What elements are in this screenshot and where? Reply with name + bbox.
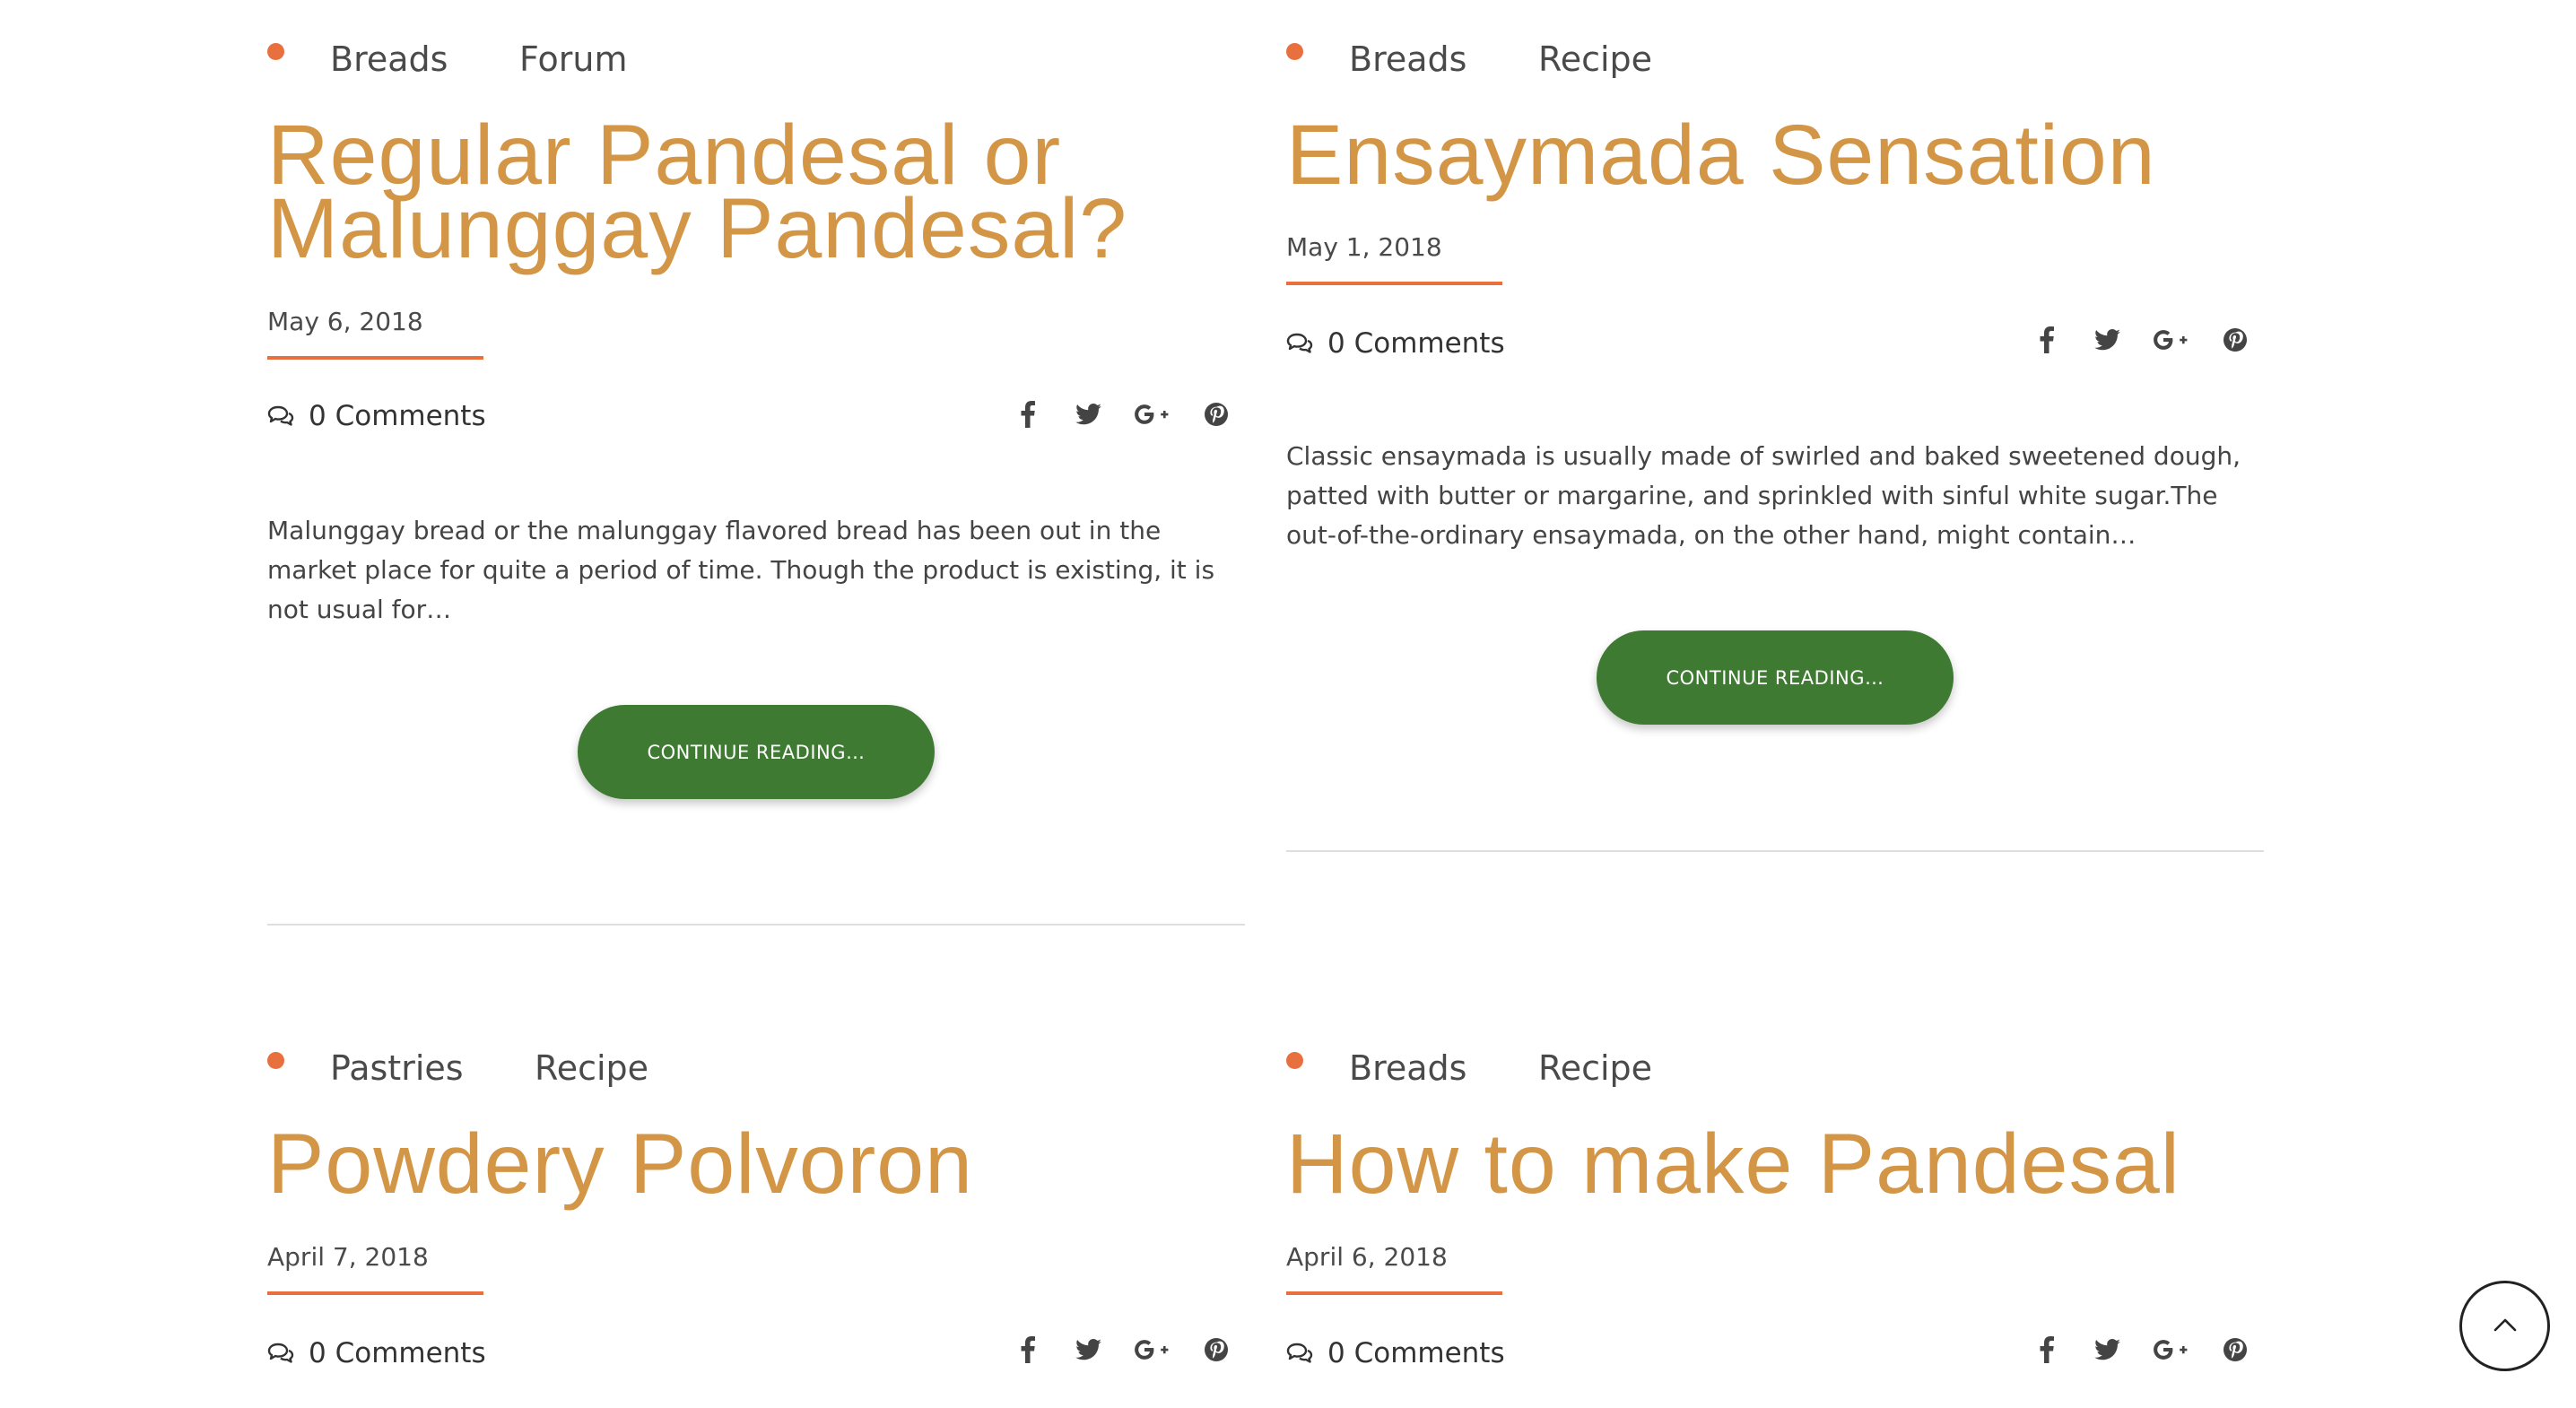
post-title-line[interactable]: Ensaymada Sensation <box>1286 113 2156 198</box>
facebook-icon[interactable] <box>2038 326 2056 354</box>
post-excerpt: Malunggay bread or the malunggay flavore… <box>267 511 1245 630</box>
post-title[interactable]: How to make Pandesal <box>1286 1122 2180 1207</box>
post-title-line[interactable]: How to make Pandesal <box>1286 1122 2180 1207</box>
post-categories: Breads Recipe <box>1286 0 2264 79</box>
post-title-line[interactable]: Malunggay Pandesal? <box>267 187 1127 272</box>
date-underline <box>1286 1291 1502 1295</box>
comments-icon[interactable] <box>267 405 294 427</box>
excerpt-line: Classic ensaymada is usually made of swi… <box>1286 441 2241 471</box>
category-link[interactable]: Breads <box>330 36 448 83</box>
excerpt-line: out-of-the-ordinary ensaymada, on the ot… <box>1286 520 2137 550</box>
category-link[interactable]: Recipe <box>535 1045 648 1091</box>
google-plus-icon[interactable] <box>2152 326 2191 354</box>
google-plus-icon[interactable] <box>2152 1335 2191 1364</box>
comments-icon[interactable] <box>1286 333 1313 354</box>
category-link[interactable]: Forum <box>519 36 627 83</box>
category-link[interactable]: Recipe <box>1538 1045 1652 1091</box>
post-categories: Breads Recipe <box>1286 1009 2264 1088</box>
twitter-icon[interactable] <box>2093 1335 2120 1364</box>
category-dot <box>1286 1052 1303 1069</box>
date-underline <box>1286 282 1502 285</box>
comments-count[interactable]: 0 Comments <box>1327 1334 1505 1373</box>
post-separator <box>1286 850 2264 852</box>
comments-icon[interactable] <box>267 1343 294 1364</box>
excerpt-line: Malunggay bread or the malunggay flavore… <box>267 516 1162 545</box>
post-date: April 6, 2018 <box>1286 1242 1448 1272</box>
post-categories: Breads Forum <box>267 0 1245 79</box>
post-title[interactable]: Regular Pandesal or Malunggay Pandesal? <box>267 113 1127 272</box>
excerpt-line: market place for quite a period of time.… <box>267 555 1215 585</box>
category-dot <box>267 1052 284 1069</box>
twitter-icon[interactable] <box>1075 1335 1101 1364</box>
category-link[interactable]: Breads <box>1349 1045 1466 1091</box>
google-plus-icon[interactable] <box>1133 400 1172 429</box>
pinterest-icon[interactable] <box>2222 1335 2249 1364</box>
scroll-to-top-button[interactable] <box>2459 1281 2550 1371</box>
category-dot <box>267 43 284 60</box>
twitter-icon[interactable] <box>2093 326 2120 354</box>
post-excerpt: Classic ensaymada is usually made of swi… <box>1286 437 2264 555</box>
comments-count[interactable]: 0 Comments <box>309 1334 486 1373</box>
category-link[interactable]: Breads <box>1349 36 1466 83</box>
twitter-icon[interactable] <box>1075 400 1101 429</box>
category-link[interactable]: Recipe <box>1538 36 1652 83</box>
comments-count[interactable]: 0 Comments <box>1327 324 1505 363</box>
excerpt-line: not usual for… <box>267 595 452 624</box>
excerpt-line: patted with butter or margarine, and spr… <box>1286 481 2218 510</box>
comments-count[interactable]: 0 Comments <box>309 396 486 436</box>
google-plus-icon[interactable] <box>1133 1335 1172 1364</box>
post-date: May 6, 2018 <box>267 307 423 336</box>
continue-reading-button[interactable]: CONTINUE READING… <box>578 705 935 799</box>
continue-reading-button[interactable]: CONTINUE READING… <box>1597 630 1954 725</box>
category-dot <box>1286 43 1303 60</box>
category-link[interactable]: Pastries <box>330 1045 464 1091</box>
comments-icon[interactable] <box>1286 1343 1313 1364</box>
date-underline <box>267 1291 483 1295</box>
facebook-icon[interactable] <box>1019 1335 1037 1364</box>
post-title[interactable]: Powdery Polvoron <box>267 1122 973 1207</box>
post-date: May 1, 2018 <box>1286 232 1442 262</box>
post-separator <box>267 924 1245 926</box>
pinterest-icon[interactable] <box>1203 1335 1230 1364</box>
post-date: April 7, 2018 <box>267 1242 429 1272</box>
post-title-line[interactable]: Powdery Polvoron <box>267 1122 973 1207</box>
date-underline <box>267 356 483 360</box>
post-title[interactable]: Ensaymada Sensation <box>1286 113 2156 198</box>
pinterest-icon[interactable] <box>2222 326 2249 354</box>
pinterest-icon[interactable] <box>1203 400 1230 429</box>
chevron-up-icon <box>2493 1317 2517 1335</box>
facebook-icon[interactable] <box>1019 400 1037 429</box>
post-categories: Pastries Recipe <box>267 1009 1245 1088</box>
facebook-icon[interactable] <box>2038 1335 2056 1364</box>
